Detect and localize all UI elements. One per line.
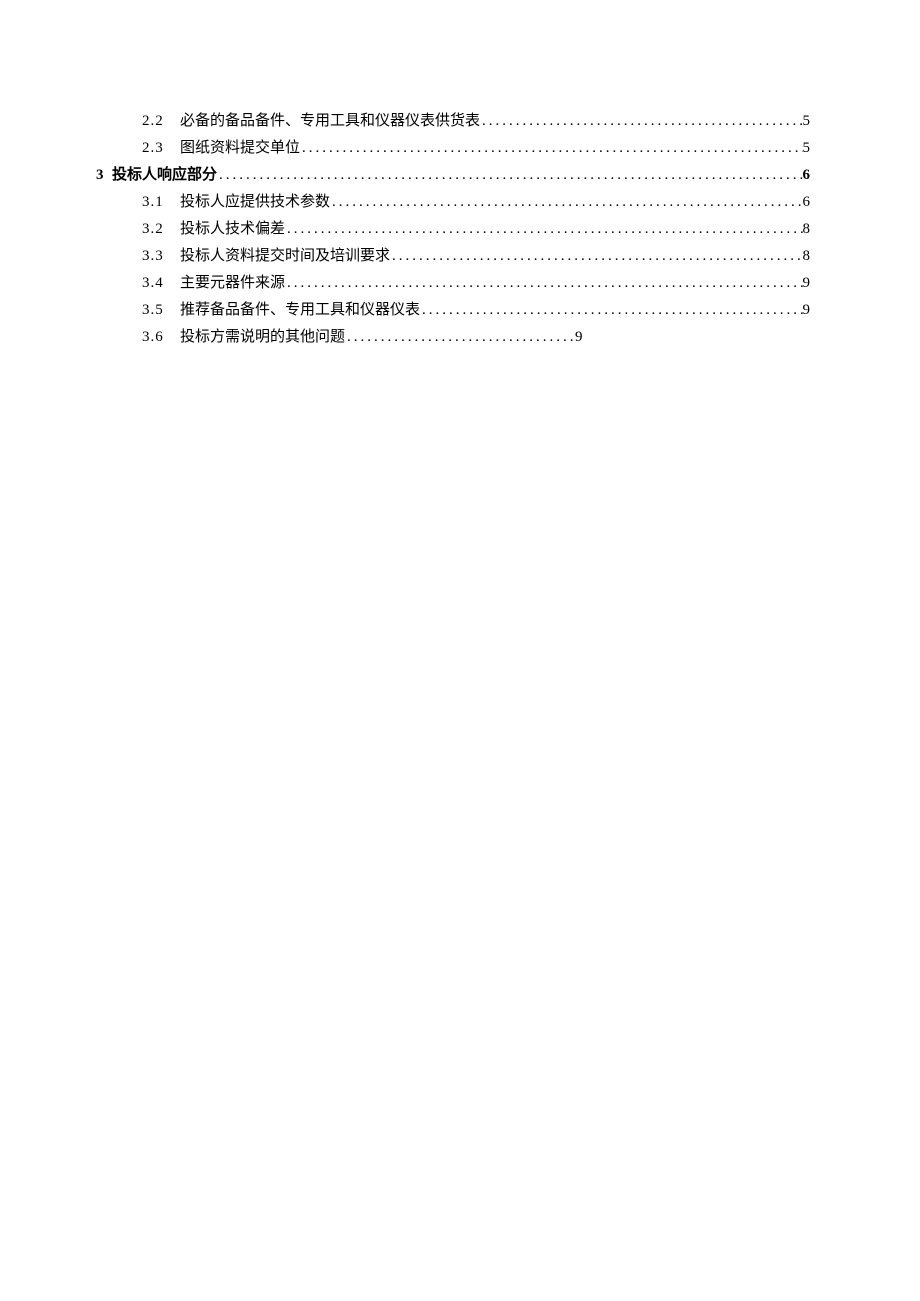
toc-page-number: 9 [803, 270, 920, 297]
toc-page-number: 8 [803, 243, 920, 270]
toc-entry-title: 必备的备品备件、专用工具和仪器仪表供货表 [180, 108, 480, 135]
toc-section-number: 2.3 [0, 135, 180, 162]
toc-page-number: 9 [803, 297, 920, 324]
toc-entry: 3.5推荐备品备件、专用工具和仪器仪表 9 [0, 297, 920, 324]
toc-page-number: 5 [803, 108, 920, 135]
toc-page-number: 8 [803, 216, 920, 243]
toc-page-number: 9 [575, 324, 583, 351]
toc-entry: 3投标人响应部分 6 [0, 162, 920, 189]
toc-section-number: 3.4 [0, 270, 180, 297]
toc-entry-title: 投标人技术偏差 [180, 216, 285, 243]
toc-entry: 3.3投标人资料提交时间及培训要求 8 [0, 243, 920, 270]
toc-entry-title: 投标人应提供技术参数 [180, 189, 330, 216]
toc-entry-title: 图纸资料提交单位 [180, 135, 300, 162]
toc-leader-dots [300, 135, 802, 162]
toc-section-number: 3.1 [0, 189, 180, 216]
toc-entry-title: 投标人资料提交时间及培训要求 [180, 243, 390, 270]
toc-section-number: 3.6 [0, 324, 180, 351]
toc-section-number: 3.3 [0, 243, 180, 270]
toc-page-number: 6 [803, 162, 920, 189]
toc-entry: 3.6投标方需说明的其他问题 9 [0, 324, 920, 351]
toc-entry-title: 投标方需说明的其他问题 [180, 324, 345, 351]
toc-section-number: 2.2 [0, 108, 180, 135]
toc-leader-dots [480, 108, 802, 135]
toc-section-number: 3.2 [0, 216, 180, 243]
toc-leader-dots [390, 243, 802, 270]
toc-entry-title: 投标人响应部分 [112, 162, 217, 189]
toc-page-number: 6 [803, 189, 920, 216]
table-of-contents: 2.2必备的备品备件、专用工具和仪器仪表供货表52.3图纸资料提交单位53投标人… [0, 108, 920, 351]
toc-entry: 3.1投标人应提供技术参数 6 [0, 189, 920, 216]
toc-leader-dots [420, 297, 802, 324]
toc-leader-dots [345, 324, 575, 351]
toc-page-number: 5 [803, 135, 920, 162]
toc-chapter-number: 3 [0, 162, 112, 189]
toc-entry: 2.3图纸资料提交单位 5 [0, 135, 920, 162]
toc-entry-title: 主要元器件来源 [180, 270, 285, 297]
toc-leader-dots [285, 270, 802, 297]
toc-entry-title: 推荐备品备件、专用工具和仪器仪表 [180, 297, 420, 324]
toc-entry: 3.4主要元器件来源 9 [0, 270, 920, 297]
toc-leader-dots [285, 216, 802, 243]
toc-entry: 2.2必备的备品备件、专用工具和仪器仪表供货表 5 [0, 108, 920, 135]
toc-entry: 3.2投标人技术偏差 8 [0, 216, 920, 243]
toc-leader-dots [217, 162, 802, 189]
toc-section-number: 3.5 [0, 297, 180, 324]
toc-leader-dots [330, 189, 802, 216]
